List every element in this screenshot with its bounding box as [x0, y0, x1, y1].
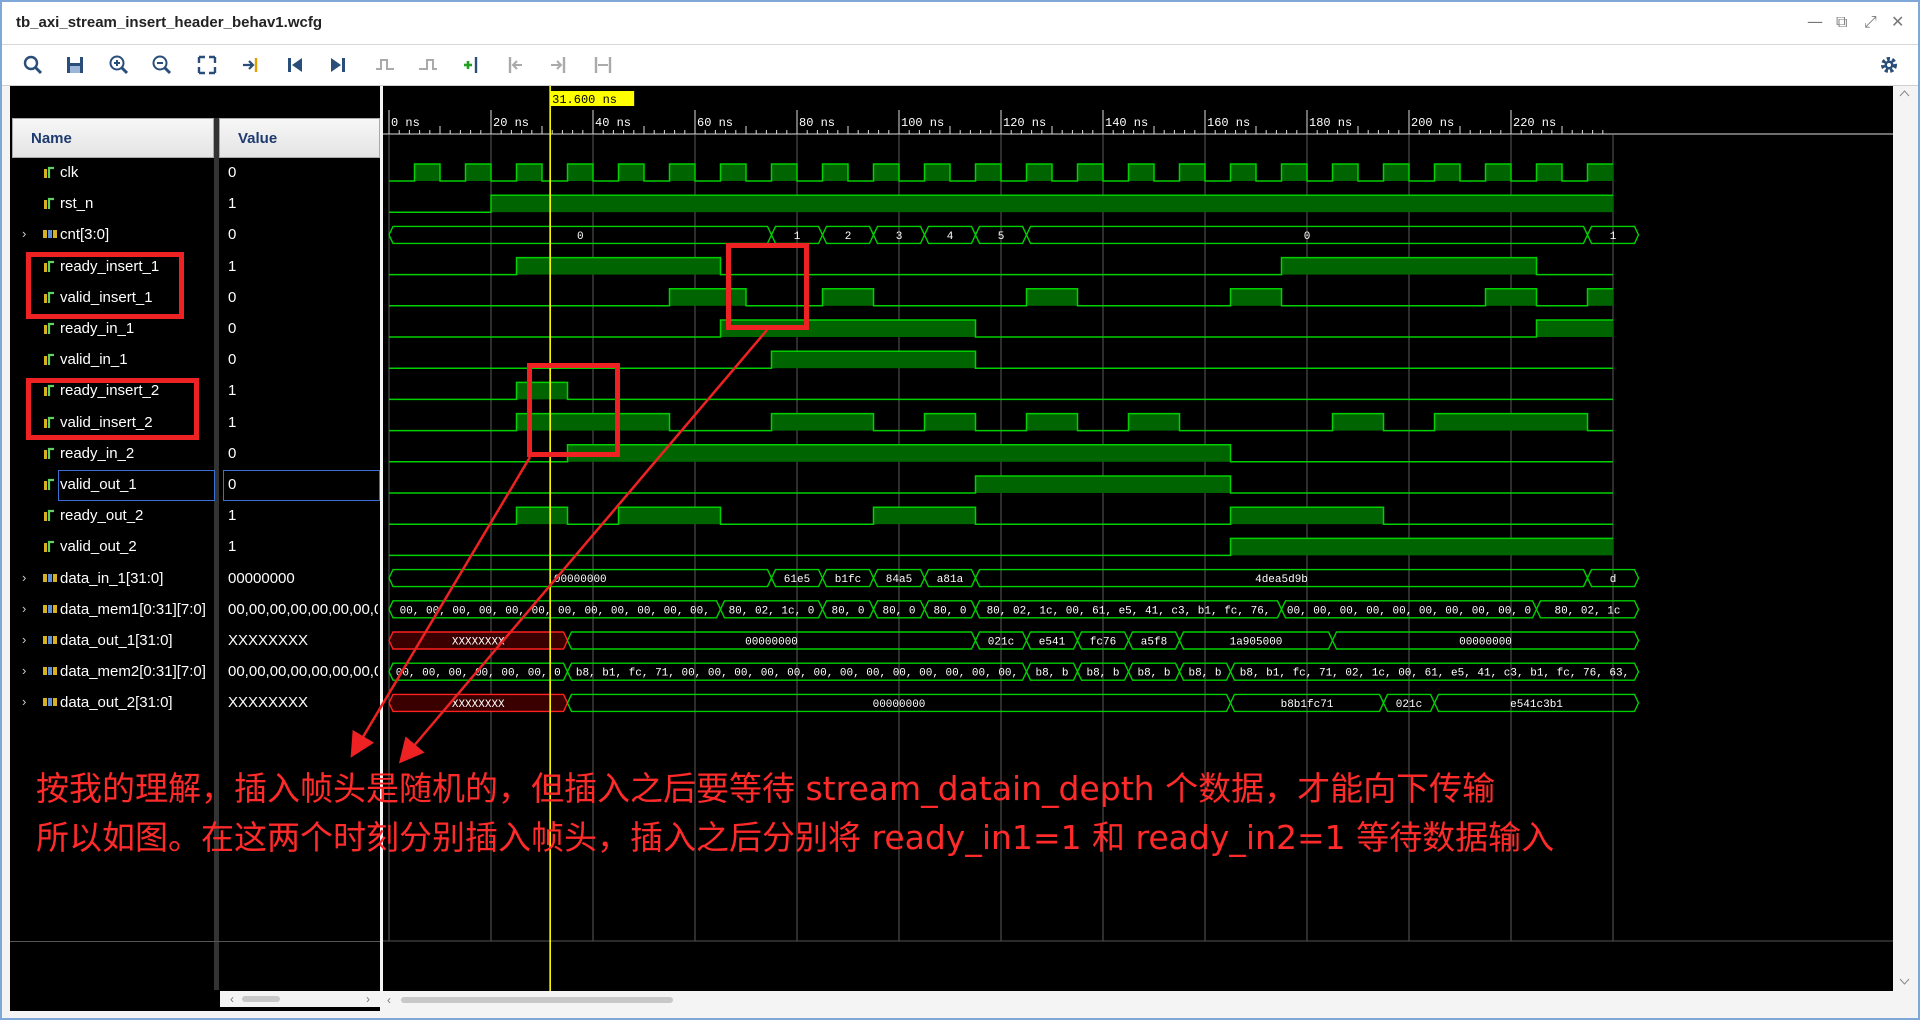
- waveform-window: tb_axi_stream_insert_header_behav1.wcfg …: [0, 0, 1920, 1020]
- annotation-text: 按我的理解，插入帧头是随机的，但插入之后要等待 stream_datain_de…: [36, 764, 1554, 862]
- annotation-line-1: 按我的理解，插入帧头是随机的，但插入之后要等待 stream_datain_de…: [36, 769, 1496, 808]
- annotation-arrows: [350, 329, 768, 764]
- annotation-line-2: 所以如图。在这两个时刻分别插入帧头，插入之后分别将 ready_in1=1 和 …: [36, 818, 1555, 857]
